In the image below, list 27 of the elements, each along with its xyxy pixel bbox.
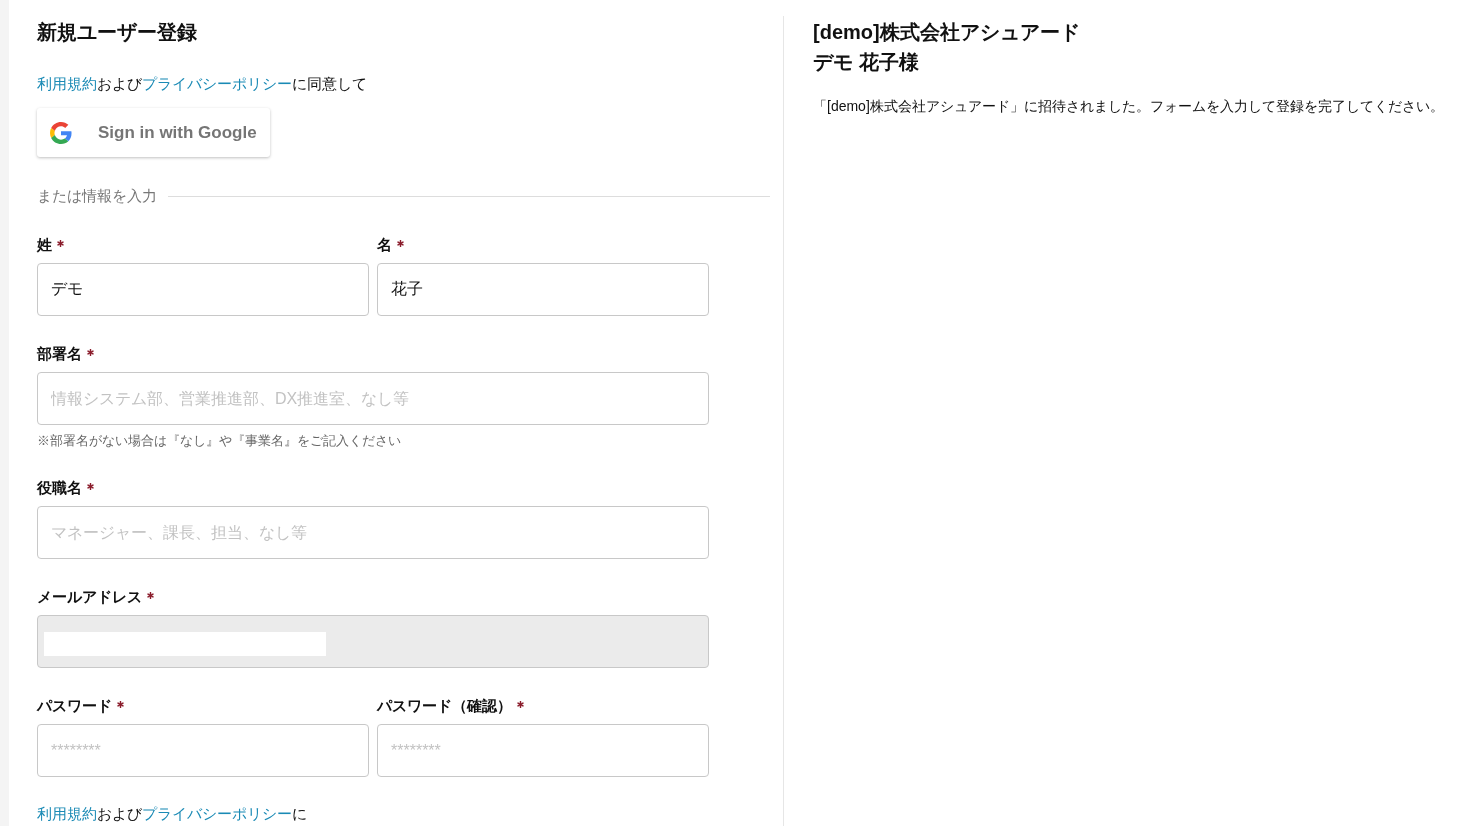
field-label: メールアドレス bbox=[37, 587, 142, 607]
consent-text: 利用規約およびプライバシーポリシーに bbox=[37, 804, 308, 824]
input-field[interactable]: ******** bbox=[37, 724, 369, 777]
field-hint: ※部署名がない場合は『なし』や『事業名』をご記入ください bbox=[37, 432, 402, 450]
field-label: パスワード（確認） bbox=[377, 696, 512, 716]
field-label: 姓 bbox=[37, 235, 52, 255]
input-field[interactable]: マネージャー、課長、担当、なし等 bbox=[37, 506, 709, 559]
company-name: [demo]株式会社アシュアード bbox=[813, 20, 1081, 45]
field-label: 部署名 bbox=[37, 344, 82, 364]
google-sign-in-button[interactable]: Sign in with Google bbox=[37, 108, 270, 157]
divider-label: または情報を入力 bbox=[37, 186, 157, 206]
consent-text: 利用規約およびプライバシーポリシーに同意して bbox=[37, 74, 368, 94]
text-link[interactable]: プライバシーポリシー bbox=[142, 805, 292, 822]
field-label: パスワード bbox=[37, 696, 112, 716]
field-label: 役職名 bbox=[37, 478, 82, 498]
text-link[interactable]: 利用規約 bbox=[37, 75, 97, 92]
text-link[interactable]: プライバシーポリシー bbox=[142, 75, 292, 92]
invitation-message: 「[demo]株式会社アシュアード」に招待されました。フォームを入力して登録を完了してください。 bbox=[813, 97, 1445, 116]
field-label: 名 bbox=[377, 235, 392, 255]
input-field[interactable]: 情報システム部、営業推進部、DX推進室、なし等 bbox=[37, 372, 709, 425]
text-link[interactable]: 利用規約 bbox=[37, 805, 97, 822]
page-title: 新規ユーザー登録 bbox=[37, 20, 198, 45]
google-g-icon bbox=[50, 121, 72, 144]
input-field[interactable]: デモ bbox=[37, 263, 369, 316]
input-field[interactable]: ******** bbox=[377, 724, 709, 777]
invitee-name: デモ 花子様 bbox=[813, 50, 920, 75]
input-field[interactable]: 花子 bbox=[377, 263, 709, 316]
